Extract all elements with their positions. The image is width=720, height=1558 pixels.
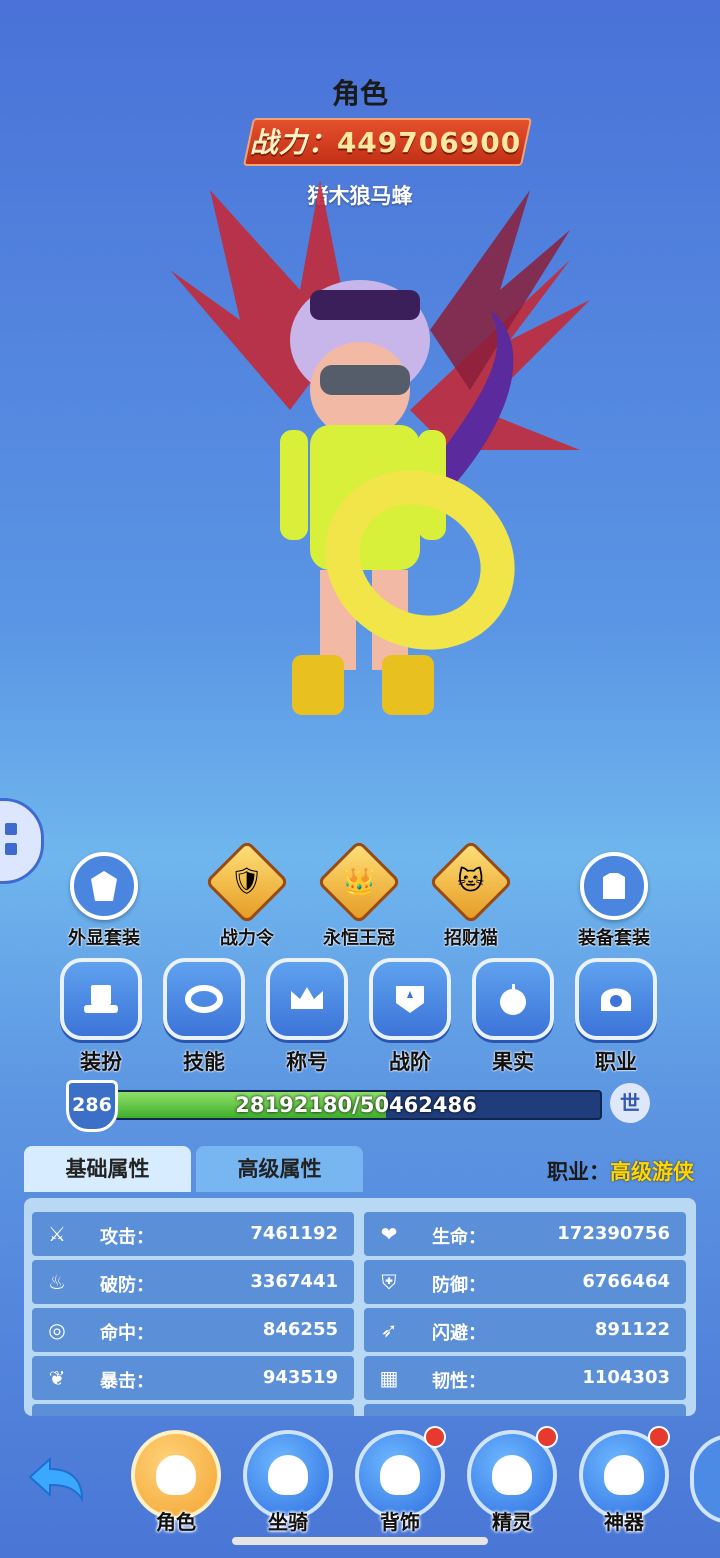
equipment-set-label: 装备套装 <box>578 928 650 949</box>
notification-dot <box>424 1426 446 1448</box>
power-order-label: 战力令 <box>220 928 274 949</box>
goggles <box>310 290 420 320</box>
notification-dot <box>536 1426 558 1448</box>
shield-icon: ⛨ <box>381 1270 397 1294</box>
rank-badge-icon <box>369 958 451 1040</box>
nav-character[interactable]: 角色 <box>130 1430 222 1535</box>
flame-icon: ♨ <box>48 1270 66 1294</box>
stat-row-hp: ❤ 生命： 172390756 <box>364 1212 686 1256</box>
profession-info: 职业：高级游侠 <box>547 1156 694 1186</box>
skill-button[interactable]: 技能 <box>163 958 245 1076</box>
hat-icon <box>60 958 142 1040</box>
fruit-label: 果实 <box>492 1050 534 1074</box>
page-title: 角色 <box>331 77 388 110</box>
equipment-set-icon <box>580 852 648 920</box>
stat-name: 攻击： <box>100 1227 154 1248</box>
skill-ring-icon <box>163 958 245 1040</box>
stat-name: 韧性： <box>432 1371 486 1392</box>
power-order-icon: 🛡 <box>204 839 290 925</box>
back-arrow-icon[interactable] <box>26 1455 86 1505</box>
home-indicator[interactable] <box>232 1537 488 1545</box>
nav-mount[interactable]: 坐骑 <box>242 1430 334 1535</box>
lucky-cat-button[interactable]: 🐱 招财猫 <box>424 839 518 950</box>
stat-name: 防御： <box>432 1275 486 1296</box>
stat-value: 1104303 <box>582 1367 670 1388</box>
profession-label: 职业 <box>595 1050 637 1074</box>
power-order-button[interactable]: 🛡 战力令 <box>200 839 294 950</box>
costume-set-icon <box>70 852 138 920</box>
nav-label: 神器 <box>604 1510 644 1534</box>
stat-value: 7461192 <box>250 1223 338 1244</box>
title-label: 称号 <box>286 1050 328 1074</box>
rank-button[interactable]: 战阶 <box>369 958 451 1076</box>
nav-label: 背饰 <box>380 1510 420 1534</box>
nav-back-ornament[interactable]: 背饰 <box>354 1426 446 1535</box>
stat-row-partial <box>32 1404 354 1416</box>
side-menu-tab[interactable] <box>0 798 44 884</box>
exp-text: 28192180/50462486 <box>235 1093 477 1117</box>
tab-basic-attributes[interactable]: 基础属性 <box>24 1146 191 1192</box>
stat-value: 943519 <box>262 1367 338 1388</box>
heart-icon: ❤ <box>380 1222 398 1246</box>
nav-artifact[interactable]: 神器 <box>578 1426 670 1535</box>
crown-icon <box>266 958 348 1040</box>
fruit-button[interactable]: 果实 <box>472 958 554 1076</box>
stat-name: 生命： <box>432 1227 486 1248</box>
boot <box>382 655 434 715</box>
dress-up-label: 装扮 <box>80 1050 122 1074</box>
stat-value: 846255 <box>262 1319 338 1340</box>
stat-name: 破防： <box>100 1275 154 1296</box>
nav-next-partial[interactable] <box>690 1434 720 1524</box>
dress-up-button[interactable]: 装扮 <box>60 958 142 1076</box>
eternal-crown-button[interactable]: 👑 永恒王冠 <box>312 839 406 950</box>
stat-value: 172390756 <box>557 1223 670 1244</box>
costume-set-button[interactable]: 外显套装 <box>58 852 150 950</box>
boot <box>292 655 344 715</box>
costume-set-label: 外显套装 <box>68 928 140 949</box>
stat-row-defense: ⛨ 防御： 6766464 <box>364 1260 686 1304</box>
stat-value: 891122 <box>594 1319 670 1340</box>
stat-row-partial <box>364 1404 686 1416</box>
profession-value: 高级游侠 <box>610 1160 694 1184</box>
stat-row-hit: ◎ 命中： 846255 <box>32 1308 354 1352</box>
nav-label: 坐骑 <box>268 1510 308 1534</box>
target-icon: ◎ <box>48 1318 66 1342</box>
stat-name: 命中： <box>100 1323 154 1344</box>
nav-label: 角色 <box>156 1510 196 1534</box>
stat-row-dodge: ➶ 闪避： 891122 <box>364 1308 686 1352</box>
lucky-cat-label: 招财猫 <box>444 928 498 949</box>
title-button[interactable]: 称号 <box>266 958 348 1076</box>
lucky-cat-icon: 🐱 <box>428 839 514 925</box>
sword-icon: ⚔ <box>48 1222 66 1246</box>
stat-row-crit: ❦ 暴击： 943519 <box>32 1356 354 1400</box>
tenacity-icon: ▦ <box>379 1366 399 1390</box>
skill-label: 技能 <box>183 1050 225 1074</box>
profession-key: 职业： <box>547 1160 610 1184</box>
notification-dot <box>648 1426 670 1448</box>
level-badge: 286 <box>66 1080 118 1132</box>
eternal-crown-icon: 👑 <box>316 839 402 925</box>
nav-label: 精灵 <box>492 1510 532 1534</box>
tab-advanced-attributes[interactable]: 高级属性 <box>196 1146 363 1192</box>
rank-label: 战阶 <box>389 1050 431 1074</box>
visor <box>320 365 410 395</box>
eternal-crown-label: 永恒王冠 <box>323 928 395 949</box>
stat-row-tenacity: ▦ 韧性： 1104303 <box>364 1356 686 1400</box>
profession-button[interactable]: 职业 <box>575 958 657 1076</box>
character-model <box>170 180 590 715</box>
crit-icon: ❦ <box>48 1366 66 1390</box>
equipment-set-button[interactable]: 装备套装 <box>568 852 660 950</box>
stat-row-armor-break: ♨ 破防： 3367441 <box>32 1260 354 1304</box>
stat-value: 6766464 <box>582 1271 670 1292</box>
apple-icon <box>472 958 554 1040</box>
stats-panel[interactable]: ⚔ 攻击： 7461192 ❤ 生命： 172390756 ♨ 破防： 3367441 ⛨ 防… <box>24 1198 696 1416</box>
stat-name: 闪避： <box>432 1323 486 1344</box>
stat-name: 暴击： <box>100 1371 154 1392</box>
world-button[interactable]: 世 <box>610 1083 650 1123</box>
dodge-icon: ➶ <box>380 1318 398 1342</box>
stat-value: 3367441 <box>250 1271 338 1292</box>
nav-spirit[interactable]: 精灵 <box>466 1426 558 1535</box>
stat-row-attack: ⚔ 攻击： 7461192 <box>32 1212 354 1256</box>
profession-icon <box>575 958 657 1040</box>
